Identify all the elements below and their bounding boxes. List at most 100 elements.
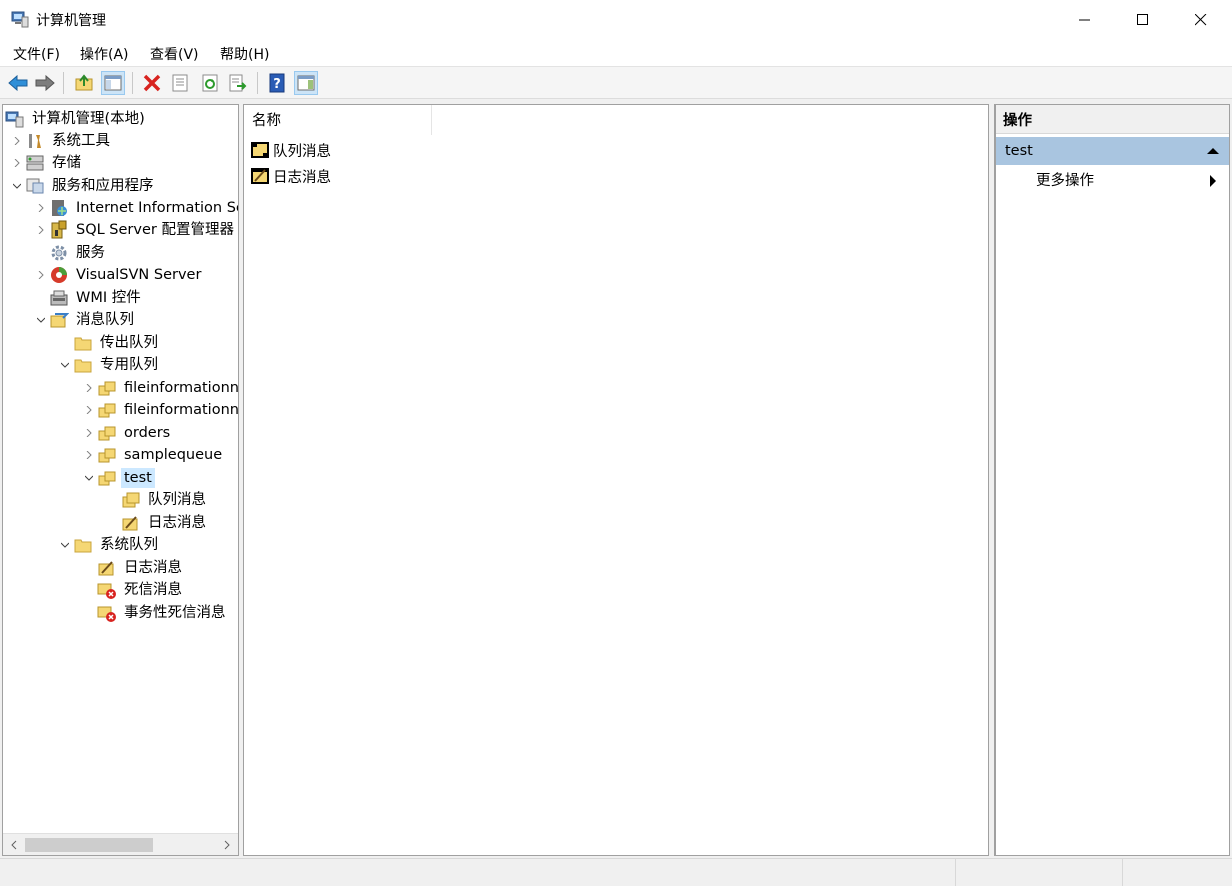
chevron-right-icon[interactable] — [9, 130, 25, 152]
minimize-button[interactable] — [1056, 0, 1114, 40]
tree-item-queue-samplequeue[interactable]: samplequeue — [81, 444, 225, 466]
delete-icon — [143, 74, 161, 92]
list-item[interactable]: 日志消息 — [250, 164, 331, 188]
tree-label: 服务 — [76, 245, 105, 261]
tree-item-queue-messages[interactable]: 队列消息 — [105, 489, 209, 511]
show-hide-action-pane-button[interactable] — [294, 71, 318, 95]
close-button[interactable] — [1172, 0, 1230, 40]
tree-item-wmi[interactable]: WMI 控件 — [33, 287, 144, 309]
menu-action[interactable]: 操作(A) — [80, 44, 129, 64]
tree-label: 传出队列 — [100, 335, 158, 351]
up-one-level-button[interactable] — [72, 71, 96, 95]
back-button[interactable] — [6, 71, 30, 95]
maximize-icon — [1137, 14, 1148, 25]
tree-item-root[interactable]: 计算机管理(本地) — [5, 108, 148, 130]
column-header-name[interactable]: 名称 — [244, 105, 432, 135]
menu-bar: 文件(F) 操作(A) 查看(V) 帮助(H) — [0, 40, 1232, 67]
tree-item-journal-messages[interactable]: 日志消息 — [105, 512, 209, 534]
chevron-down-icon[interactable] — [33, 309, 49, 331]
journal-messages-icon — [97, 558, 117, 578]
queue-icon — [97, 378, 117, 398]
menu-view[interactable]: 查看(V) — [150, 44, 199, 64]
tree-label: samplequeue — [124, 447, 223, 463]
tree-label: test — [121, 468, 155, 488]
more-actions-label: 更多操作 — [1036, 173, 1094, 189]
menu-help[interactable]: 帮助(H) — [220, 44, 269, 64]
chevron-right-icon[interactable] — [33, 219, 49, 241]
chevron-down-icon[interactable] — [81, 467, 97, 489]
dead-letter-icon — [97, 603, 117, 623]
tree-item-queue[interactable]: fileinformationn — [81, 377, 239, 399]
tree-item-storage[interactable]: 存储 — [9, 152, 84, 174]
menu-file[interactable]: 文件(F) — [13, 44, 60, 64]
tree-label: WMI 控件 — [76, 290, 141, 306]
dead-letter-icon — [97, 580, 117, 600]
console-tree[interactable]: 计算机管理(本地) 系统工具 存储 服务和应用程序 Internet Infor… — [2, 104, 239, 856]
tree-item-outgoing-queues[interactable]: 传出队列 — [57, 332, 161, 354]
queue-messages-icon — [250, 140, 270, 160]
queue-icon — [97, 423, 117, 443]
tree-item-msmq[interactable]: 消息队列 — [33, 309, 137, 331]
list-header: 名称 — [244, 105, 988, 135]
status-cell — [1122, 859, 1232, 886]
chevron-right-icon[interactable] — [9, 152, 25, 174]
list-item[interactable]: 队列消息 — [250, 138, 331, 162]
folder-icon — [73, 333, 93, 353]
journal-messages-icon — [250, 166, 270, 186]
scroll-right-icon[interactable] — [223, 840, 231, 850]
toolbar-separator — [63, 72, 64, 94]
tree-item-services[interactable]: 服务 — [33, 242, 108, 264]
tree-item-queue[interactable]: fileinformationn — [81, 399, 238, 421]
tree-item-tx-dead-letter[interactable]: 事务性死信消息 — [81, 602, 229, 624]
tree-item-iis[interactable]: Internet Information Se — [33, 197, 238, 219]
tree-item-queue-test[interactable]: test — [81, 467, 155, 489]
show-hide-tree-icon — [104, 75, 122, 91]
status-cell — [955, 859, 1122, 886]
queue-icon — [97, 400, 117, 420]
chevron-right-icon[interactable] — [81, 399, 97, 421]
help-button[interactable]: ? — [265, 71, 289, 95]
chevron-right-icon[interactable] — [81, 377, 97, 399]
result-list[interactable]: 名称 队列消息 日志消息 — [243, 104, 989, 856]
tree-item-system-tools[interactable]: 系统工具 — [9, 130, 113, 152]
tree-label: 队列消息 — [148, 492, 206, 508]
tree-label: 服务和应用程序 — [52, 178, 154, 194]
tree-label: 事务性死信消息 — [124, 605, 226, 621]
tree-item-sql-server[interactable]: SQL Server 配置管理器 — [33, 219, 237, 241]
forward-button[interactable] — [33, 71, 57, 95]
chevron-right-icon[interactable] — [81, 444, 97, 466]
action-section-label: test — [1005, 143, 1033, 159]
more-actions-item[interactable]: 更多操作 — [996, 167, 1229, 195]
scrollbar-thumb[interactable] — [25, 838, 153, 852]
up-folder-icon — [75, 74, 93, 91]
delete-button[interactable] — [140, 71, 164, 95]
chevron-right-icon[interactable] — [81, 422, 97, 444]
horizontal-scrollbar[interactable] — [3, 833, 238, 855]
tree-item-system-queues[interactable]: 系统队列 — [57, 534, 161, 556]
tree-item-dead-letter[interactable]: 死信消息 — [81, 579, 185, 601]
chevron-down-icon[interactable] — [9, 175, 25, 197]
tree-item-visualsvn[interactable]: VisualSVN Server — [33, 264, 204, 286]
tree-label: fileinformationn — [124, 380, 239, 396]
scroll-left-icon[interactable] — [10, 840, 18, 850]
action-section-test[interactable]: test — [996, 137, 1229, 165]
properties-button[interactable] — [168, 71, 192, 95]
maximize-button[interactable] — [1114, 0, 1172, 40]
chevron-down-icon[interactable] — [57, 354, 73, 376]
tree-item-services-apps[interactable]: 服务和应用程序 — [9, 175, 157, 197]
chevron-right-icon[interactable] — [33, 197, 49, 219]
tree-item-private-queues[interactable]: 专用队列 — [57, 354, 161, 376]
refresh-button[interactable] — [198, 71, 222, 95]
services-gear-icon — [49, 243, 69, 263]
chevron-right-icon[interactable] — [33, 264, 49, 286]
tree-item-queue-orders[interactable]: orders — [81, 422, 173, 444]
tree-item-system-journal[interactable]: 日志消息 — [81, 557, 185, 579]
export-list-button[interactable] — [226, 71, 250, 95]
show-hide-tree-button[interactable] — [101, 71, 125, 95]
chevron-down-icon[interactable] — [57, 534, 73, 556]
tree-label: 存储 — [52, 155, 81, 171]
